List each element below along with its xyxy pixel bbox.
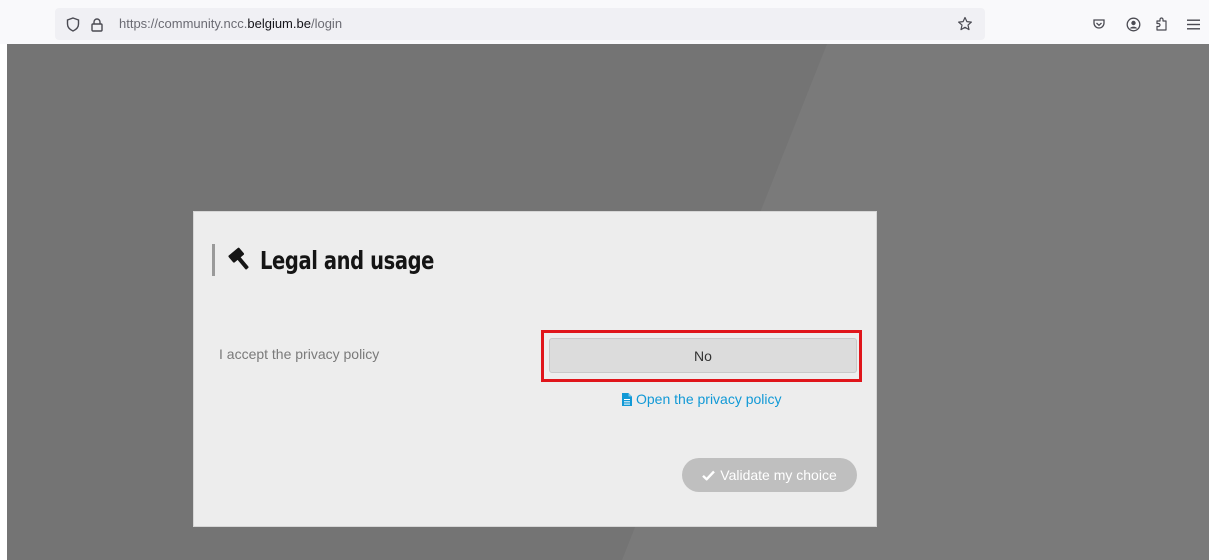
open-privacy-policy-link[interactable]: Open the privacy policy — [622, 390, 782, 408]
url-path: /login — [310, 16, 343, 31]
modal-title: Legal and usage — [212, 242, 483, 278]
star-icon[interactable] — [953, 8, 977, 40]
shield-icon[interactable] — [63, 8, 83, 40]
privacy-policy-label: I accept the privacy policy — [219, 346, 380, 362]
extensions-icon[interactable] — [1152, 8, 1170, 40]
pocket-icon[interactable] — [1090, 8, 1108, 40]
url-bar[interactable]: https://community.ncc.belgium.be/login — [55, 8, 985, 40]
modal-title-text: Legal and usage — [260, 245, 435, 275]
policy-link-text: Open the privacy policy — [636, 391, 782, 407]
validate-choice-button[interactable]: Validate my choice — [682, 458, 857, 492]
privacy-accept-toggle[interactable]: No — [549, 338, 857, 373]
title-accent-bar — [212, 244, 215, 276]
url-host: belgium.be — [247, 16, 311, 31]
validate-button-label: Validate my choice — [720, 467, 837, 483]
lock-icon[interactable] — [87, 8, 107, 40]
legal-usage-modal: Legal and usage I accept the privacy pol… — [193, 211, 877, 527]
gavel-icon — [224, 247, 254, 273]
account-icon[interactable] — [1124, 8, 1142, 40]
document-icon — [622, 392, 632, 406]
page-overlay: Legal and usage I accept the privacy pol… — [7, 44, 1209, 560]
menu-icon[interactable] — [1184, 8, 1202, 40]
url-prefix: https://community.ncc. — [119, 16, 248, 31]
url-text[interactable]: https://community.ncc.belgium.be/login — [119, 8, 342, 40]
browser-toolbar: https://community.ncc.belgium.be/login — [0, 0, 1209, 44]
checkmark-icon — [702, 470, 716, 480]
